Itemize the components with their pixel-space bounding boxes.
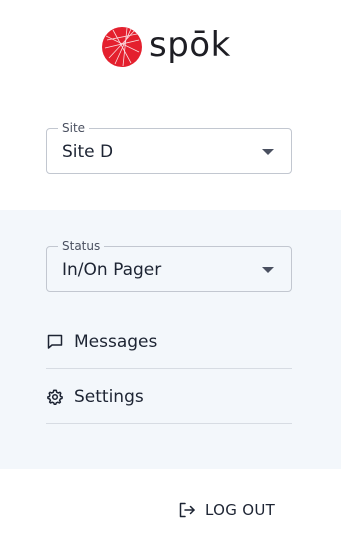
status-select-label: Status (58, 239, 105, 253)
status-select[interactable]: Status In/On Pager (46, 239, 292, 292)
logout-button[interactable]: LOG OUT (178, 499, 275, 521)
spok-logo-icon (102, 27, 142, 67)
chevron-down-icon (262, 267, 274, 273)
site-select-value: Site D (62, 142, 114, 162)
menu-item-label: Messages (74, 331, 158, 352)
menu-item-settings[interactable]: Settings (46, 370, 292, 424)
menu-panel: Status In/On Pager Messages Settings (0, 210, 341, 469)
brand-logo: spōk (101, 22, 231, 72)
menu-item-messages[interactable]: Messages (46, 315, 292, 369)
logout-label: LOG OUT (205, 501, 276, 519)
logout-icon (178, 501, 196, 519)
menu-item-label: Settings (74, 386, 144, 407)
brand-name: spōk (149, 25, 231, 65)
site-select[interactable]: Site Site D (46, 121, 292, 174)
app-menu: spōk Site Site D Status In/On Pager Mess… (0, 0, 341, 536)
site-select-label: Site (58, 121, 90, 135)
chevron-down-icon (262, 149, 274, 155)
chat-bubble-icon (46, 333, 64, 351)
gear-icon (46, 388, 64, 406)
status-select-value: In/On Pager (62, 260, 162, 280)
